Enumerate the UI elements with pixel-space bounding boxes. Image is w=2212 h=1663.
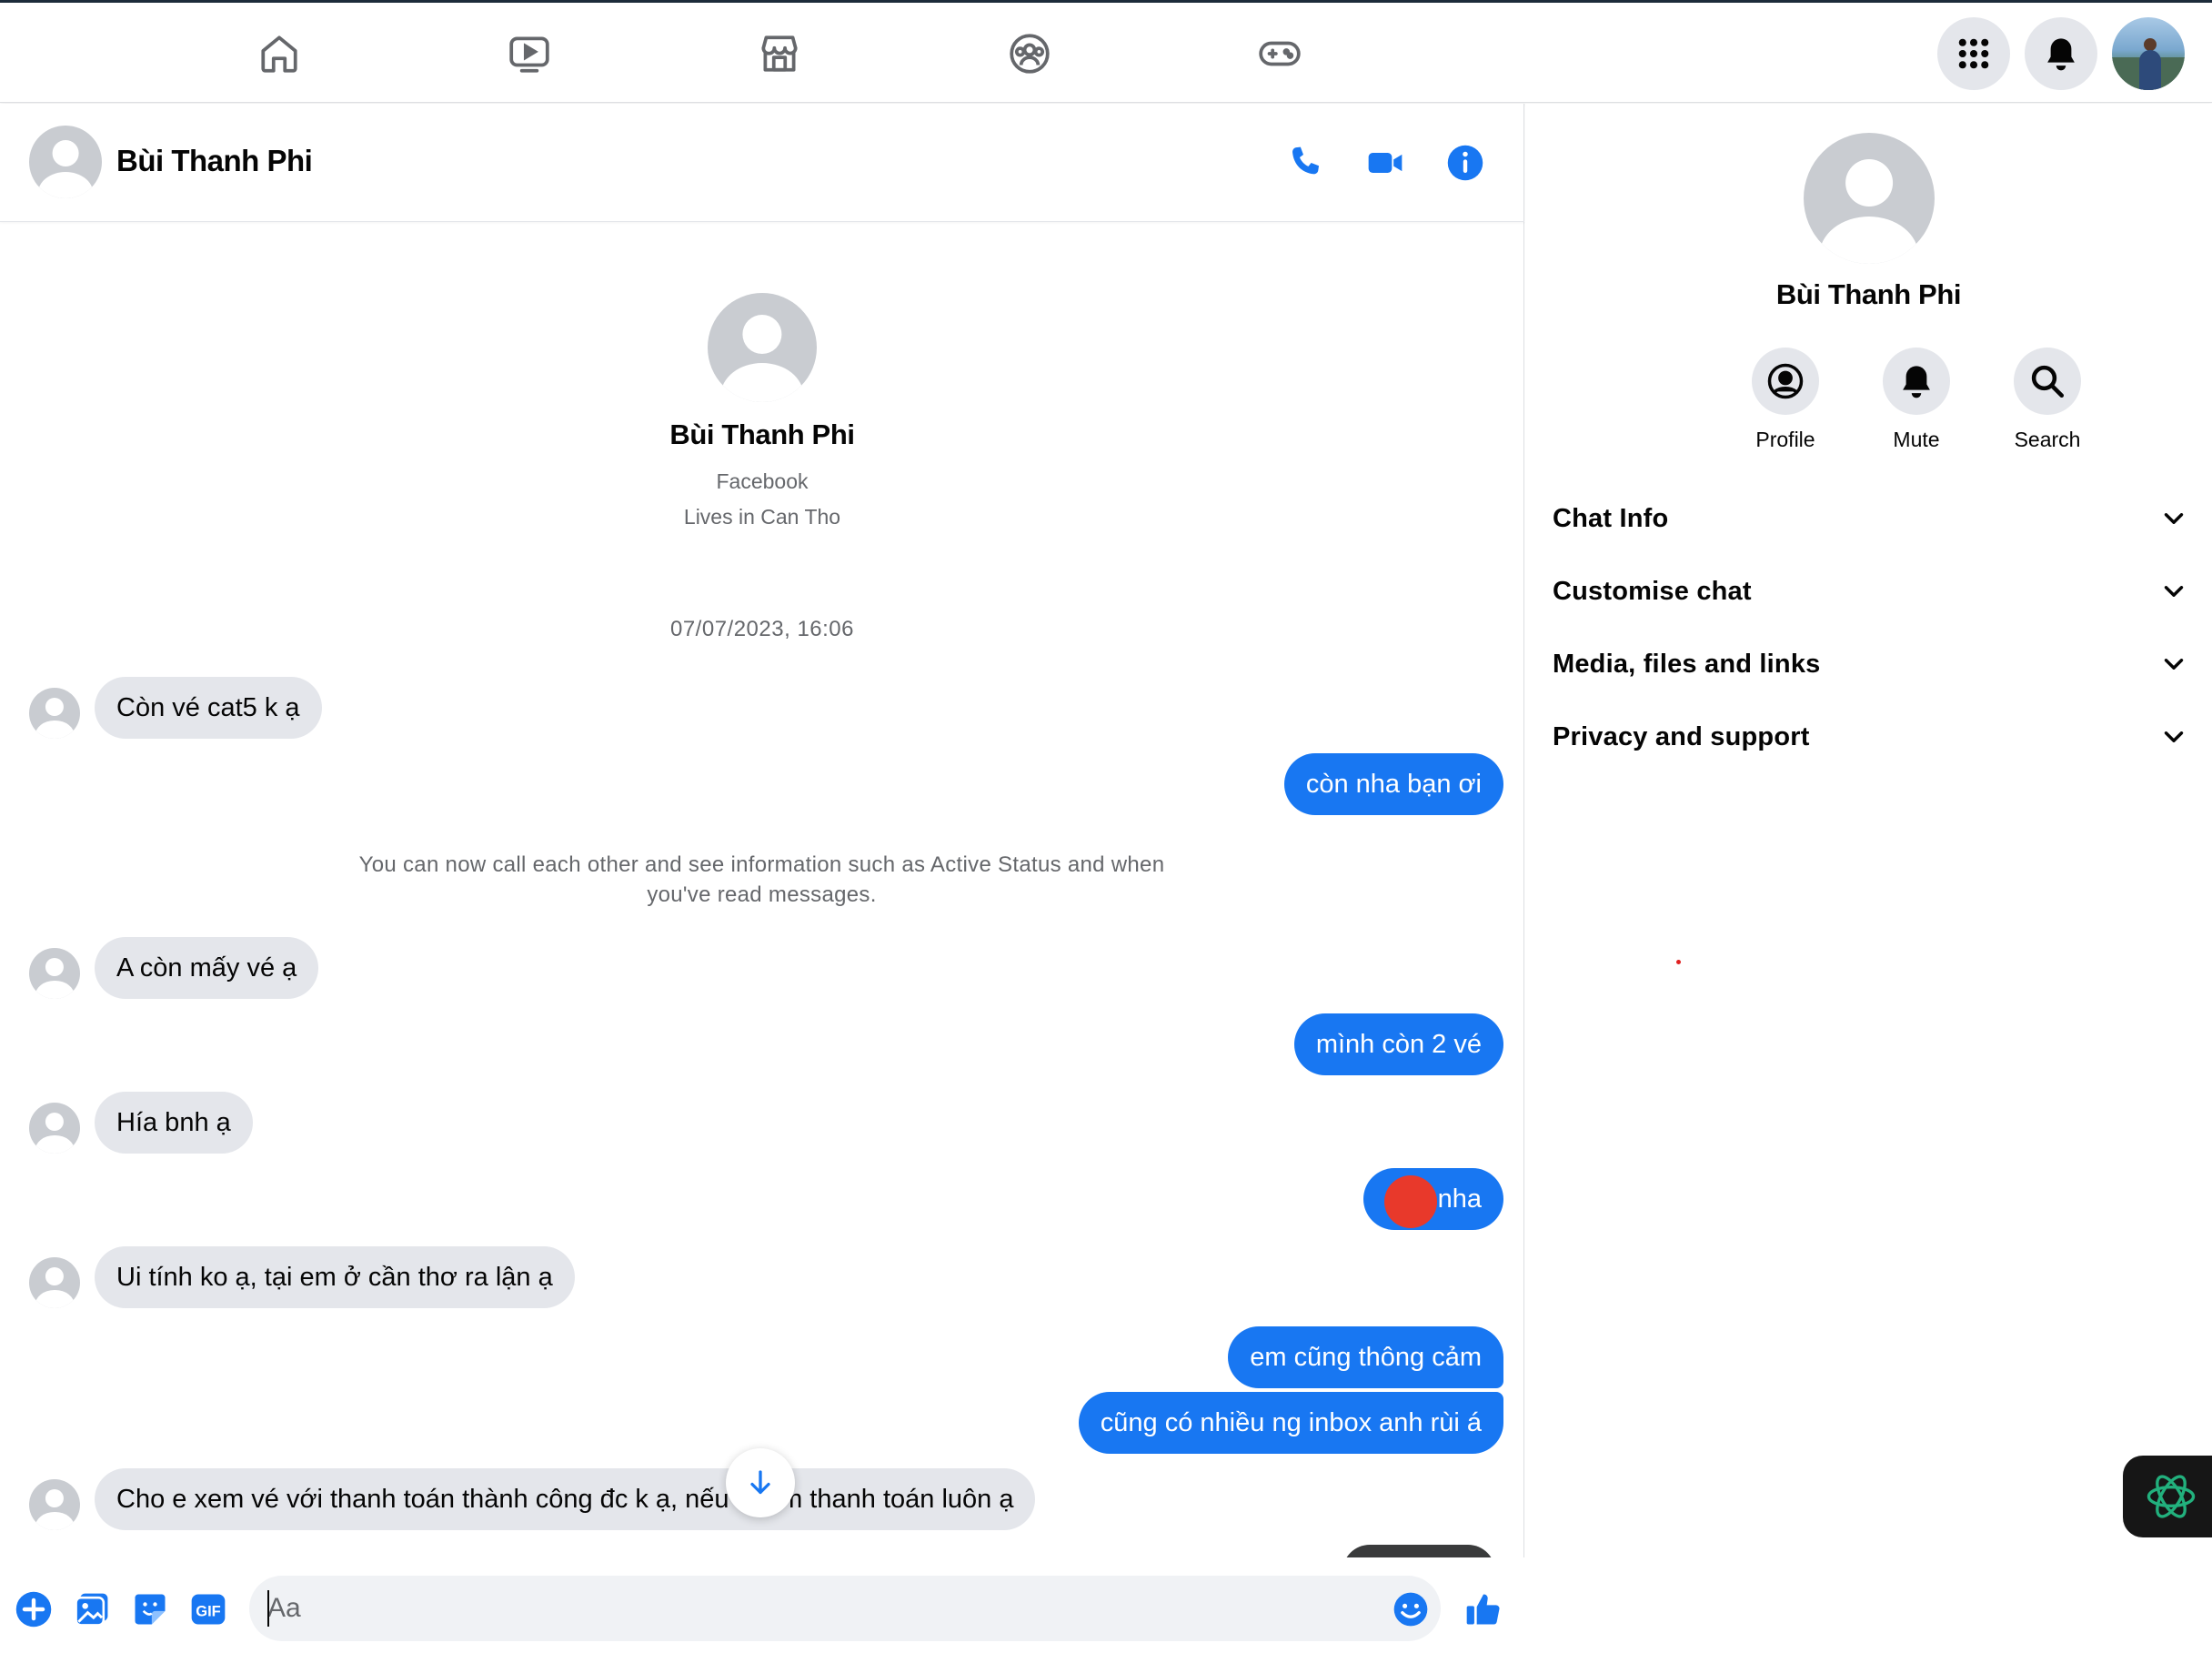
notifications-bell-icon[interactable]	[2025, 17, 2097, 90]
mute-action[interactable]: Mute	[1866, 348, 1966, 452]
search-label: Search	[2014, 428, 2081, 451]
sender-avatar[interactable]	[29, 1103, 80, 1154]
assistant-floating-button[interactable]	[2123, 1456, 2212, 1537]
section-privacy-support[interactable]: Privacy and support	[1553, 710, 2189, 764]
info-icon[interactable]	[1443, 140, 1488, 186]
add-circle-icon[interactable]	[11, 1587, 56, 1632]
chevron-down-icon	[2164, 586, 2184, 597]
groups-icon[interactable]	[1002, 26, 1057, 81]
photo-icon[interactable]	[69, 1587, 115, 1632]
message-incoming[interactable]: Cho e xem vé với thanh toán thành công đ…	[95, 1468, 1036, 1530]
section-title: Customise chat	[1553, 576, 1752, 606]
redaction-mark	[1384, 1175, 1437, 1228]
intro-name: Bùi Thanh Phi	[669, 418, 855, 450]
section-customise-chat[interactable]: Customise chat	[1553, 564, 2189, 619]
chevron-down-icon	[2164, 513, 2184, 524]
profile-label: Profile	[1755, 428, 1815, 451]
info-avatar	[1804, 133, 1935, 264]
scroll-to-bottom-button[interactable]	[726, 1448, 795, 1517]
chat-conversation: Bùi Thanh Phi Bùi Thanh Phi Facebook Liv…	[0, 104, 1524, 1663]
bell-icon[interactable]	[1883, 348, 1950, 415]
intro-avatar	[708, 293, 817, 402]
sender-avatar[interactable]	[29, 688, 80, 739]
chevron-down-icon	[2164, 659, 2184, 670]
svg-text:GIF: GIF	[196, 1603, 221, 1619]
intro-location: Lives in Can Tho	[683, 505, 841, 529]
section-media-files-links[interactable]: Media, files and links	[1553, 637, 2189, 691]
section-title: Privacy and support	[1553, 721, 1810, 751]
chat-info-panel: Bùi Thanh Phi Profile Mute Search Chat I…	[1525, 104, 2212, 1663]
sender-avatar[interactable]	[29, 1479, 80, 1530]
home-icon[interactable]	[252, 26, 307, 81]
profile-action[interactable]: Profile	[1735, 348, 1835, 452]
chevron-down-icon	[2164, 731, 2184, 742]
intro-network: Facebook	[716, 469, 809, 493]
account-avatar[interactable]	[2112, 17, 2185, 90]
section-title: Chat Info	[1553, 503, 1669, 533]
marketplace-icon[interactable]	[752, 26, 807, 81]
top-navigation-bar	[0, 3, 2212, 103]
red-dot-mark	[1676, 960, 1681, 964]
message-composer: GIF	[0, 1557, 1524, 1663]
message-outgoing[interactable]: còn nha bạn ơi	[1283, 753, 1503, 815]
message-incoming[interactable]: Ui tính ko ạ, tại em ở cần thơ ra lận ạ	[95, 1246, 575, 1308]
message-incoming[interactable]: Còn vé cat5 k ạ	[95, 677, 322, 739]
system-note: You can now call each other and see info…	[358, 852, 1165, 907]
mute-label: Mute	[1893, 428, 1940, 451]
phone-call-icon[interactable]	[1282, 140, 1328, 186]
sender-avatar[interactable]	[29, 948, 80, 999]
contact-name[interactable]: Bùi Thanh Phi	[116, 144, 313, 178]
text-caret	[267, 1590, 269, 1627]
section-title: Media, files and links	[1553, 649, 1821, 679]
sender-avatar[interactable]	[29, 1257, 80, 1308]
info-name: Bùi Thanh Phi	[1775, 278, 1962, 310]
sticker-icon[interactable]	[127, 1587, 173, 1632]
watch-icon[interactable]	[502, 26, 557, 81]
menu-grid-icon[interactable]	[1937, 17, 2010, 90]
contact-avatar[interactable]	[29, 126, 102, 198]
message-timestamp: 07/07/2023, 16:06	[669, 617, 854, 641]
video-call-icon[interactable]	[1362, 140, 1408, 186]
message-input[interactable]	[249, 1576, 1441, 1641]
message-outgoing[interactable]: mình còn 2 vé	[1293, 1013, 1503, 1075]
assistant-logo-icon	[2147, 1475, 2196, 1518]
emoji-icon[interactable]	[1388, 1587, 1433, 1632]
gif-icon[interactable]: GIF	[186, 1587, 231, 1632]
section-chat-info[interactable]: Chat Info	[1553, 491, 2189, 546]
message-outgoing[interactable]: em cũng thông cảm	[1228, 1326, 1503, 1388]
thumbs-up-icon[interactable]	[1461, 1587, 1506, 1632]
search-icon[interactable]	[2014, 348, 2081, 415]
gaming-icon[interactable]	[1252, 26, 1307, 81]
message-incoming[interactable]: Hía bnh ạ	[95, 1092, 253, 1154]
message-incoming[interactable]: A còn mấy vé ạ	[95, 937, 319, 999]
message-outgoing[interactable]: cũng có nhiều ng inbox anh rùi á	[1078, 1392, 1503, 1454]
search-action[interactable]: Search	[1997, 348, 2097, 452]
profile-icon[interactable]	[1752, 348, 1819, 415]
chat-header: Bùi Thanh Phi	[0, 104, 1524, 222]
